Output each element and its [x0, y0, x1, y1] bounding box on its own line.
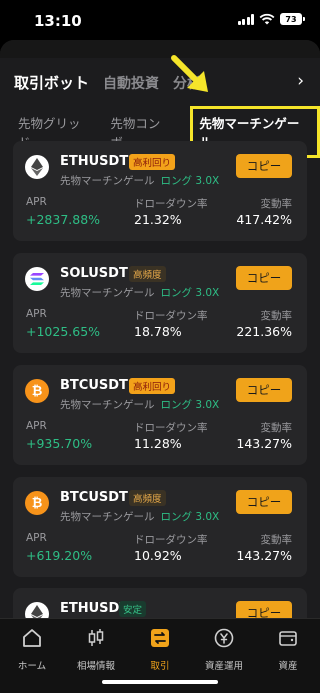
- wallet-icon: [279, 631, 297, 646]
- drawdown-value: 10.92%: [134, 548, 182, 563]
- drawdown-label: ドローダウン率: [134, 310, 208, 322]
- strategy-name: 先物マーチンゲール: [60, 175, 155, 187]
- volatility-value: 143.27%: [236, 436, 292, 451]
- sheet-header-bar: [0, 40, 320, 58]
- apr-label: APR: [26, 196, 47, 208]
- apr-label: APR: [26, 420, 47, 432]
- volatility-label: 変動率: [260, 534, 293, 546]
- bot-card[interactable]: ₿ BTCUSDT 高頻度 先物マーチンゲール ロング 3.0X コピー APR …: [13, 477, 307, 577]
- tag-badge: 高頻度: [129, 490, 166, 506]
- bot-card[interactable]: ₿ BTCUSDT 高利回り 先物マーチンゲール ロング 3.0X コピー APR…: [13, 365, 307, 465]
- strategy-name: 先物マーチンゲール: [60, 399, 155, 411]
- drawdown-value: 11.28%: [134, 436, 182, 451]
- copy-button[interactable]: コピー: [236, 490, 292, 514]
- apr-label: APR: [26, 532, 47, 544]
- strategy-name: 先物マーチンゲール: [60, 511, 155, 523]
- volatility-label: 変動率: [260, 422, 293, 434]
- nav-label: 資産運用: [204, 661, 243, 672]
- chevron-right-icon[interactable]: ›: [297, 71, 304, 91]
- strategy-text: 先物マーチンゲール ロング 3.0X: [60, 173, 219, 188]
- pair-name: BTCUSDT: [60, 378, 128, 393]
- cellular-signal-icon: [237, 13, 254, 25]
- nav-label: 相場情報: [76, 661, 115, 672]
- tag-badge: 高頻度: [129, 266, 166, 282]
- nav-label: ホーム: [17, 661, 47, 672]
- strategy-text: 先物マーチンゲール ロング 3.0X: [60, 397, 219, 412]
- drawdown-value: 21.32%: [134, 212, 182, 227]
- bitcoin-icon: ₿: [25, 491, 49, 515]
- pair-name: BTCUSDT: [60, 490, 128, 505]
- apr-value: +619.20%: [26, 548, 93, 563]
- copy-button[interactable]: コピー: [236, 154, 292, 178]
- bitcoin-icon: ₿: [25, 379, 49, 403]
- bot-card[interactable]: SOLUSDT 高頻度 先物マーチンゲール ロング 3.0X コピー APR ドロ…: [13, 253, 307, 353]
- tag-badge: 高利回り: [129, 154, 176, 170]
- nav-label: 取引: [150, 661, 170, 672]
- nav-earn[interactable]: 資産運用: [192, 627, 256, 672]
- nav-label: 資産: [278, 661, 298, 672]
- nav-markets[interactable]: 相場情報: [64, 627, 128, 672]
- strategy-text: 先物マーチンゲール ロング 3.0X: [60, 285, 219, 300]
- copy-button[interactable]: コピー: [236, 266, 292, 290]
- status-time: 13:10: [34, 12, 82, 30]
- nav-assets[interactable]: 資産: [256, 627, 320, 672]
- volatility-value: 221.36%: [236, 324, 292, 339]
- tab-trading-bot[interactable]: 取引ボット: [14, 72, 89, 93]
- volatility-value: 143.27%: [236, 548, 292, 563]
- volatility-value: 417.42%: [236, 212, 292, 227]
- strategy-text: 先物マーチンゲール ロング 3.0X: [60, 509, 219, 524]
- leverage-text: ロング 3.0X: [160, 399, 220, 411]
- drawdown-label: ドローダウン率: [134, 198, 208, 210]
- tab-auto-invest[interactable]: 自動投資: [103, 73, 159, 93]
- volatility-label: 変動率: [260, 198, 293, 210]
- home-indicator: [102, 680, 218, 684]
- nav-trade[interactable]: 取引: [128, 627, 192, 672]
- leverage-text: ロング 3.0X: [160, 175, 220, 187]
- apr-value: +935.70%: [26, 436, 93, 451]
- drawdown-label: ドローダウン率: [134, 422, 208, 434]
- wifi-icon: [259, 13, 275, 25]
- pair-name: SOLUSDT: [60, 266, 128, 281]
- ethereum-icon: [25, 155, 49, 179]
- volatility-label: 変動率: [260, 310, 293, 322]
- battery-icon: 73: [280, 13, 305, 25]
- drawdown-label: ドローダウン率: [134, 534, 208, 546]
- tag-badge: 安定: [119, 601, 147, 617]
- nav-home[interactable]: ホーム: [0, 627, 64, 672]
- apr-value: +2837.88%: [26, 212, 101, 227]
- earn-coin-icon: [214, 628, 234, 648]
- status-icons: 73: [237, 13, 305, 25]
- drawdown-value: 18.78%: [134, 324, 182, 339]
- leverage-text: ロング 3.0X: [160, 287, 220, 299]
- apr-value: +1025.65%: [26, 324, 101, 339]
- candlestick-icon: [88, 629, 104, 646]
- strategy-name: 先物マーチンゲール: [60, 287, 155, 299]
- tag-badge: 高利回り: [129, 378, 176, 394]
- copy-button[interactable]: コピー: [236, 378, 292, 402]
- trade-icon: [151, 629, 169, 647]
- status-bar: 13:10 73: [0, 0, 320, 40]
- annotation-arrow-icon: [171, 55, 208, 92]
- leverage-text: ロング 3.0X: [160, 511, 220, 523]
- solana-icon: [25, 267, 49, 291]
- home-icon: [23, 629, 41, 647]
- bot-card[interactable]: ETHUSDT 高利回り 先物マーチンゲール ロング 3.0X コピー APR ド…: [13, 141, 307, 241]
- pair-name: ETHUSDT: [60, 601, 129, 616]
- apr-label: APR: [26, 308, 47, 320]
- pair-name: ETHUSDT: [60, 154, 129, 169]
